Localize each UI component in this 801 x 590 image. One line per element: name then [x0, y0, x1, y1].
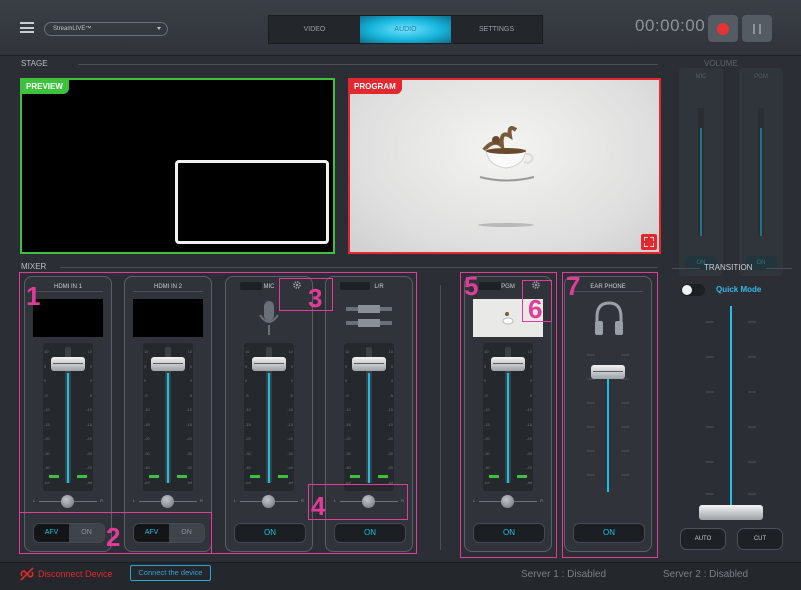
- pause-icon: [753, 24, 755, 34]
- record-button[interactable]: [708, 15, 738, 42]
- annotation-number-2: 2: [106, 522, 121, 552]
- status-bar: Disconnect Device Connect the device Ser…: [0, 562, 801, 590]
- chevron-down-icon: [157, 27, 161, 30]
- tab-settings[interactable]: SETTINGS: [451, 16, 542, 43]
- quick-mode-toggle[interactable]: [681, 284, 705, 296]
- mixer-divider: [60, 267, 658, 268]
- pip-window[interactable]: [175, 160, 329, 244]
- coffee-cup-image: [478, 126, 535, 227]
- transition-handle[interactable]: [699, 505, 763, 520]
- stage-label: STAGE: [21, 59, 48, 68]
- annotation-box-7: [562, 272, 658, 558]
- cut-button[interactable]: CUT: [737, 528, 783, 550]
- account-select-value: StreamLIVE™: [53, 26, 92, 32]
- disconnect-status: Disconnect Device: [38, 569, 113, 579]
- annotation-number-7: 7: [566, 271, 581, 301]
- fullscreen-icon: [644, 237, 654, 247]
- main-tabs: VIDEO AUDIO SETTINGS: [268, 15, 543, 44]
- record-icon: [717, 23, 729, 35]
- annotation-number-5: 5: [464, 271, 479, 301]
- volume-strip-mic[interactable]: MIC ON: [679, 68, 723, 276]
- quick-mode-label: Quick Mode: [716, 285, 762, 294]
- tab-audio[interactable]: AUDIO: [360, 16, 451, 43]
- annotation-number-1: 1: [26, 281, 41, 311]
- pause-button[interactable]: [742, 15, 772, 42]
- volume-label: VOLUME: [704, 59, 738, 68]
- account-select[interactable]: StreamLIVE™: [44, 22, 168, 36]
- volume-pgm-label: PGM: [754, 74, 768, 80]
- connect-device-button[interactable]: Connect the device: [130, 565, 211, 581]
- preview-screen[interactable]: PREVIEW: [20, 78, 335, 254]
- annotation-box-3: [279, 278, 333, 311]
- volume-mic-label: MIC: [695, 74, 707, 80]
- server-2-status: Server 2 : Disabled: [663, 569, 749, 580]
- annotation-number-6: 6: [528, 294, 543, 324]
- server-1-status: Server 1 : Disabled: [521, 569, 607, 580]
- volume-strip-pgm[interactable]: PGM ON: [739, 68, 783, 276]
- mixer-vertical-divider: [440, 285, 441, 550]
- preview-label: PREVIEW: [22, 80, 69, 94]
- transition-scale: [706, 321, 756, 495]
- tab-video[interactable]: VIDEO: [269, 16, 360, 43]
- auto-button[interactable]: AUTO: [680, 528, 726, 550]
- program-screen[interactable]: PROGRAM: [348, 78, 661, 254]
- disconnect-icon: [20, 567, 34, 581]
- volume-pgm-level: [760, 128, 762, 236]
- volume-mic-level: [700, 128, 702, 236]
- stream-timer: 00:00:00: [635, 16, 706, 35]
- top-bar: StreamLIVE™ VIDEO AUDIO SETTINGS 00:00:0…: [0, 0, 801, 56]
- stage-divider: [78, 64, 658, 65]
- transition-label: TRANSITION: [704, 263, 753, 272]
- mixer-label: MIXER: [21, 262, 47, 271]
- annotation-number-4: 4: [311, 491, 326, 521]
- fullscreen-button[interactable]: [641, 234, 657, 250]
- hamburger-menu-icon[interactable]: [20, 22, 34, 33]
- annotation-number-3: 3: [308, 283, 323, 313]
